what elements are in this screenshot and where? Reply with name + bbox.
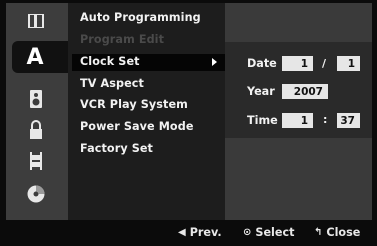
prev-hint[interactable]: ◀ Prev. (178, 226, 222, 239)
time-minute-field[interactable]: 37 (337, 113, 360, 128)
clock-set-panel: Date 1 / 1 Year 2007 Time 1 : 37 (225, 42, 372, 138)
date-separator: / (322, 57, 327, 70)
menu-item-power-save-mode[interactable]: Power Save Mode (80, 120, 194, 133)
dvd-setup-screen: A Auto Programming Program Edit Clock Se… (0, 0, 377, 246)
prev-label: Prev. (189, 226, 222, 239)
date-month-field[interactable]: 1 (282, 56, 313, 71)
disc-icon[interactable] (17, 182, 55, 206)
menu-item-vcr-play-system[interactable]: VCR Play System (80, 98, 188, 111)
select-circle-icon: ⊙ (243, 227, 252, 238)
menu-item-auto-programming[interactable]: Auto Programming (80, 11, 201, 24)
left-arrow-icon: ◀ (178, 227, 186, 238)
date-day-field[interactable]: 1 (337, 56, 360, 71)
submenu-arrow-icon (212, 58, 217, 66)
menu-item-factory-set[interactable]: Factory Set (80, 142, 153, 155)
category-icon-column: A (6, 3, 68, 220)
year-field[interactable]: 2007 (282, 84, 328, 99)
menu-item-program-edit: Program Edit (80, 33, 165, 46)
select-hint[interactable]: ⊙ Select (243, 226, 294, 239)
lock-icon[interactable] (17, 118, 55, 142)
footer-hint-bar: ◀ Prev. ⊙ Select ↰ Close (0, 220, 377, 246)
time-label: Time (247, 114, 278, 127)
speaker-icon[interactable] (17, 87, 55, 111)
date-label: Date (247, 57, 277, 70)
close-hint[interactable]: ↰ Close (314, 226, 360, 239)
year-label: Year (247, 85, 275, 98)
film-icon[interactable] (17, 149, 55, 173)
film-strip-icon[interactable] (17, 9, 55, 33)
menu-item-tv-aspect[interactable]: TV Aspect (80, 77, 144, 90)
time-hour-field[interactable]: 1 (282, 113, 313, 128)
select-label: Select (255, 226, 295, 239)
return-arrow-icon: ↰ (314, 227, 323, 238)
setup-menu: Auto Programming Program Edit Clock Set … (68, 3, 225, 220)
menu-item-clock-set[interactable]: Clock Set (80, 55, 140, 68)
language-a-icon[interactable]: A (12, 41, 68, 73)
time-separator: : (323, 113, 328, 126)
close-label: Close (326, 226, 361, 239)
